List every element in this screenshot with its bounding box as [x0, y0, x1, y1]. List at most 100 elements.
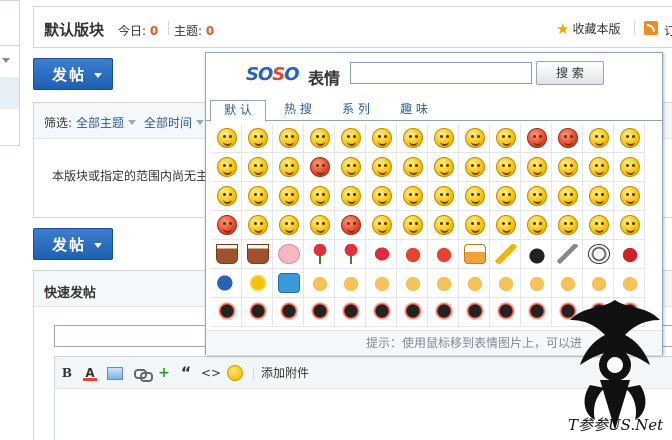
emoticon-cell[interactable]: [583, 240, 614, 269]
emoticon-cell[interactable]: [521, 182, 552, 211]
emoticon-cell[interactable]: [273, 211, 304, 240]
emoticon-cell[interactable]: [490, 153, 521, 182]
emoticon-cell[interactable]: [211, 182, 242, 211]
emoticon-cell[interactable]: [366, 298, 397, 327]
emoticon-cell[interactable]: [211, 240, 242, 269]
emoticon-cell[interactable]: [397, 240, 428, 269]
emoticon-cell[interactable]: [490, 182, 521, 211]
emoticon-cell[interactable]: [583, 153, 614, 182]
emoticon-cell[interactable]: [304, 298, 335, 327]
font-color-icon[interactable]: A: [83, 365, 97, 381]
emoticon-cell[interactable]: [242, 182, 273, 211]
emoticon-cell[interactable]: [273, 153, 304, 182]
emoticon-cell[interactable]: [304, 124, 335, 153]
emoticon-cell[interactable]: [459, 240, 490, 269]
emoticon-cell[interactable]: [397, 182, 428, 211]
new-post-button-bottom[interactable]: 发帖: [33, 228, 113, 260]
emoticon-cell[interactable]: [490, 124, 521, 153]
emoticon-cell[interactable]: [335, 124, 366, 153]
emoticon-cell[interactable]: [304, 211, 335, 240]
new-post-button[interactable]: 发帖: [33, 58, 113, 90]
emoticon-cell[interactable]: [583, 124, 614, 153]
emoticon-cell[interactable]: [428, 240, 459, 269]
rss-icon[interactable]: [644, 21, 658, 35]
emoticon-cell[interactable]: [242, 298, 273, 327]
emoticon-cell[interactable]: [521, 298, 552, 327]
emoticon-cell[interactable]: [211, 298, 242, 327]
emoticon-cell[interactable]: [273, 298, 304, 327]
emoticon-cell[interactable]: [583, 182, 614, 211]
tab-default[interactable]: 默 认: [210, 100, 266, 122]
emoticon-cell[interactable]: [397, 153, 428, 182]
tab-series[interactable]: 系 列: [328, 100, 384, 121]
emoticon-cell[interactable]: [397, 124, 428, 153]
emoticon-cell[interactable]: [583, 211, 614, 240]
emoticon-cell[interactable]: [428, 182, 459, 211]
emoticon-cell[interactable]: [335, 298, 366, 327]
emoticon-cell[interactable]: [304, 153, 335, 182]
emoticon-cell[interactable]: [459, 153, 490, 182]
emoticon-cell[interactable]: [366, 182, 397, 211]
emoticon-cell[interactable]: [304, 182, 335, 211]
emoticon-cell[interactable]: [273, 182, 304, 211]
emoticon-cell[interactable]: [552, 240, 583, 269]
emoticon-cell[interactable]: [428, 153, 459, 182]
favorite-forum-link[interactable]: ★ 收藏本版: [556, 20, 620, 37]
code-icon[interactable]: <>: [201, 365, 221, 381]
emoticon-cell[interactable]: [211, 211, 242, 240]
emoticon-cell[interactable]: [242, 269, 273, 298]
emoticon-cell[interactable]: [428, 298, 459, 327]
emoticon-cell[interactable]: [490, 269, 521, 298]
emoticon-cell[interactable]: [335, 182, 366, 211]
emoticon-cell[interactable]: [521, 153, 552, 182]
emoticon-cell[interactable]: [490, 298, 521, 327]
emoticon-cell[interactable]: [335, 211, 366, 240]
emoticon-search-input[interactable]: [350, 62, 532, 84]
emoticon-cell[interactable]: [335, 240, 366, 269]
emoticon-cell[interactable]: [459, 124, 490, 153]
emoticon-cell[interactable]: [428, 211, 459, 240]
emoticon-cell[interactable]: [614, 153, 645, 182]
emoticon-cell[interactable]: [242, 211, 273, 240]
emoticon-cell[interactable]: [242, 153, 273, 182]
emoticon-cell[interactable]: [521, 211, 552, 240]
emoticon-cell[interactable]: [273, 269, 304, 298]
emoticon-cell[interactable]: [490, 240, 521, 269]
emoticon-cell[interactable]: [273, 124, 304, 153]
emoticon-cell[interactable]: [242, 240, 273, 269]
emoticon-cell[interactable]: [490, 211, 521, 240]
sidebar-selected-item[interactable]: [0, 77, 19, 109]
emoticon-cell[interactable]: [366, 240, 397, 269]
bold-icon[interactable]: B: [61, 365, 73, 381]
emoticon-cell[interactable]: [304, 240, 335, 269]
emoticon-cell[interactable]: [211, 124, 242, 153]
emoticon-cell[interactable]: [459, 269, 490, 298]
emoticon-cell[interactable]: [366, 211, 397, 240]
emoticon-cell[interactable]: [614, 182, 645, 211]
image-icon[interactable]: [107, 367, 123, 380]
emoticon-cell[interactable]: [211, 153, 242, 182]
tab-hot[interactable]: 热 搜: [270, 100, 326, 121]
emoticon-search-button[interactable]: 搜 索: [536, 61, 604, 85]
emoticon-cell[interactable]: [521, 124, 552, 153]
emoticon-cell[interactable]: [552, 182, 583, 211]
emoticon-cell[interactable]: [459, 182, 490, 211]
emoticon-cell[interactable]: [552, 124, 583, 153]
emoticon-cell[interactable]: [397, 298, 428, 327]
smiley-icon[interactable]: [227, 365, 243, 381]
emoticon-cell[interactable]: [366, 124, 397, 153]
emoticon-cell[interactable]: [552, 153, 583, 182]
emoticon-cell[interactable]: [273, 240, 304, 269]
chevron-down-icon[interactable]: [2, 58, 10, 63]
emoticon-cell[interactable]: [211, 269, 242, 298]
emoticon-cell[interactable]: [614, 240, 645, 269]
emoticon-cell[interactable]: [366, 269, 397, 298]
link-icon[interactable]: [133, 365, 153, 382]
quote-icon[interactable]: “: [179, 365, 193, 381]
add-icon[interactable]: +: [157, 365, 171, 381]
emoticon-cell[interactable]: [335, 269, 366, 298]
subscribe-link[interactable]: 订: [664, 22, 672, 39]
emoticon-cell[interactable]: [428, 269, 459, 298]
emoticon-cell[interactable]: [552, 211, 583, 240]
emoticon-cell[interactable]: [459, 211, 490, 240]
